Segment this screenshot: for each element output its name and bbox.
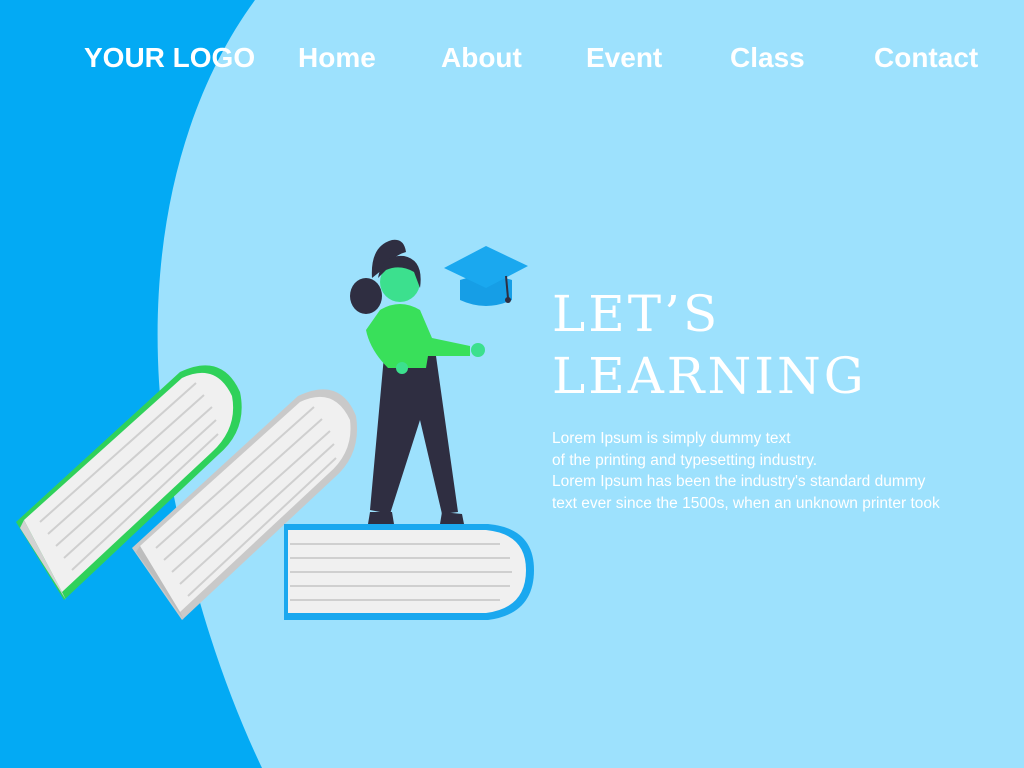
nav-link-class[interactable]: Class: [730, 40, 805, 76]
hero-title: LET’S LEARNING: [552, 283, 867, 407]
hero-description: Lorem Ipsum is simply dummy text of the …: [552, 428, 1012, 514]
nav-link-home[interactable]: Home: [298, 40, 376, 76]
book-blue-flat: [284, 524, 534, 620]
hero-description-line-3: Lorem Ipsum has been the industry's stan…: [552, 473, 926, 490]
nav-link-event[interactable]: Event: [586, 40, 662, 76]
hero-description-line-1: Lorem Ipsum is simply dummy text: [552, 430, 791, 447]
graduation-cap-icon: [444, 246, 528, 306]
page-background: [0, 0, 534, 768]
hero-title-line-1: LET’S: [552, 285, 721, 343]
nav-link-about[interactable]: About: [441, 40, 522, 76]
hero-description-line-2: of the printing and typesetting industry…: [552, 451, 818, 469]
hero-description-line-4: text ever since the 1500s, when an unkno…: [552, 494, 940, 512]
hero-title-line-2: LEARNING: [552, 347, 867, 405]
logo[interactable]: YOUR LOGO: [84, 40, 255, 76]
nav-link-contact[interactable]: Contact: [874, 40, 978, 76]
